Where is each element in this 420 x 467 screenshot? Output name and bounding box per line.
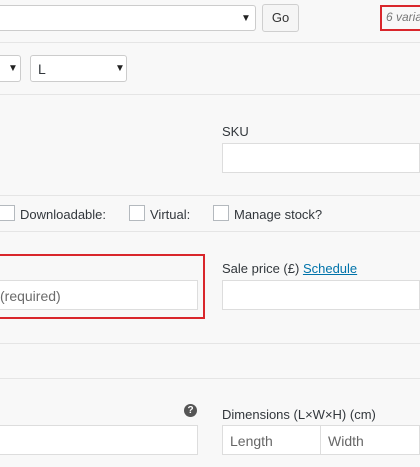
schedule-link[interactable]: Schedule <box>303 261 357 276</box>
downloadable-label: Downloadable: <box>20 207 107 222</box>
chevron-down-icon: ▼ <box>241 13 251 24</box>
go-button[interactable]: Go <box>262 4 299 32</box>
sku-label: SKU <box>222 124 249 139</box>
chevron-down-icon: ▼ <box>115 63 125 74</box>
length-input[interactable]: Length <box>222 425 321 455</box>
attribute-select-size-value: L <box>38 61 46 77</box>
width-input[interactable]: Width <box>320 425 420 455</box>
bulk-actions-select[interactable]: ▼ <box>0 5 256 31</box>
downloadable-checkbox[interactable] <box>0 205 15 221</box>
chevron-down-icon: ▼ <box>8 63 18 74</box>
help-icon[interactable]: ? <box>184 404 197 417</box>
sku-input[interactable] <box>222 143 420 173</box>
variation-count: 6 variations <box>380 5 420 31</box>
attribute-select-size[interactable]: L ▼ <box>30 55 127 82</box>
manage-stock-label: Manage stock? <box>234 207 323 222</box>
sale-price-input[interactable] <box>222 280 420 310</box>
highlight-box <box>0 254 205 319</box>
weight-input[interactable] <box>0 425 198 455</box>
virtual-checkbox[interactable] <box>129 205 145 221</box>
sale-price-label-text: Sale price (£) <box>222 261 300 276</box>
dimensions-label: Dimensions (L×W×H) (cm) <box>222 407 376 422</box>
attribute-select-color[interactable]: ▼ <box>0 55 21 82</box>
manage-stock-checkbox[interactable] <box>213 205 229 221</box>
virtual-label: Virtual: <box>150 207 191 222</box>
sale-price-label: Sale price (£) Schedule <box>222 261 357 276</box>
